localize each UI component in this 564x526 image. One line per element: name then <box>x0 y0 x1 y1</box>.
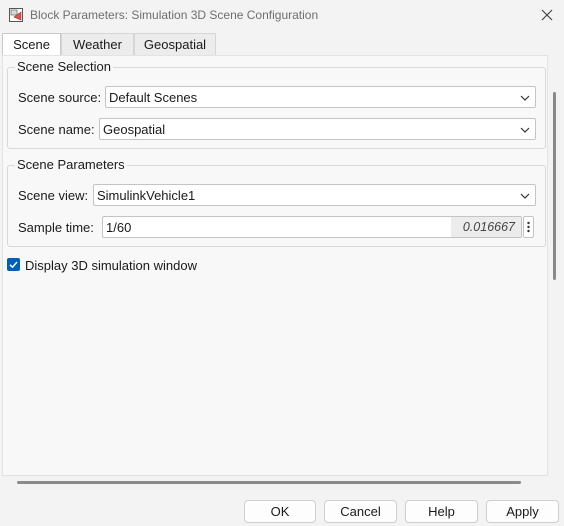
block-parameters-icon <box>8 7 24 23</box>
chevron-down-icon <box>519 92 531 104</box>
sample-time-value: 1/60 <box>106 220 132 235</box>
scene-source-value: Default Scenes <box>109 90 198 105</box>
close-icon[interactable] <box>536 4 558 26</box>
sample-time-evaluated: 0.016667 <box>451 217 521 237</box>
scene-selection-title: Scene Selection <box>15 59 113 74</box>
tab-bar: Scene Weather Geospatial <box>0 33 548 56</box>
help-button[interactable]: Help <box>405 500 478 523</box>
ok-button[interactable]: OK <box>244 500 316 523</box>
scene-parameters-title: Scene Parameters <box>15 157 127 172</box>
chevron-down-icon <box>519 124 531 136</box>
display-window-label[interactable]: Display 3D simulation window <box>25 258 197 273</box>
vertical-scrollbar-thumb[interactable] <box>553 92 556 280</box>
scene-name-dropdown[interactable]: Geospatial <box>99 118 536 140</box>
tab-weather[interactable]: Weather <box>61 33 134 55</box>
sample-time-input[interactable]: 1/60 0.016667 <box>102 216 522 238</box>
scene-view-dropdown[interactable]: SimulinkVehicle1 <box>93 184 536 206</box>
scene-view-label: Scene view: <box>18 188 89 203</box>
chevron-down-icon <box>519 190 531 202</box>
tab-geospatial[interactable]: Geospatial <box>134 33 216 55</box>
more-options-button[interactable] <box>523 216 534 238</box>
scene-source-label: Scene source: <box>18 90 102 105</box>
scene-name-value: Geospatial <box>103 122 166 137</box>
window-title: Block Parameters: Simulation 3D Scene Co… <box>30 8 319 22</box>
sample-time-label: Sample time: <box>18 220 94 235</box>
display-window-checkbox[interactable] <box>7 258 20 271</box>
apply-button[interactable]: Apply <box>486 500 559 523</box>
scene-source-dropdown[interactable]: Default Scenes <box>105 86 536 108</box>
checkmark-icon <box>9 261 18 269</box>
horizontal-scrollbar-thumb[interactable] <box>17 481 521 484</box>
scene-view-value: SimulinkVehicle1 <box>97 188 196 203</box>
scene-name-label: Scene name: <box>18 122 95 137</box>
title-bar: Block Parameters: Simulation 3D Scene Co… <box>0 0 564 31</box>
tab-scene[interactable]: Scene <box>2 33 61 56</box>
more-vertical-icon <box>527 221 530 233</box>
cancel-button[interactable]: Cancel <box>324 500 397 523</box>
